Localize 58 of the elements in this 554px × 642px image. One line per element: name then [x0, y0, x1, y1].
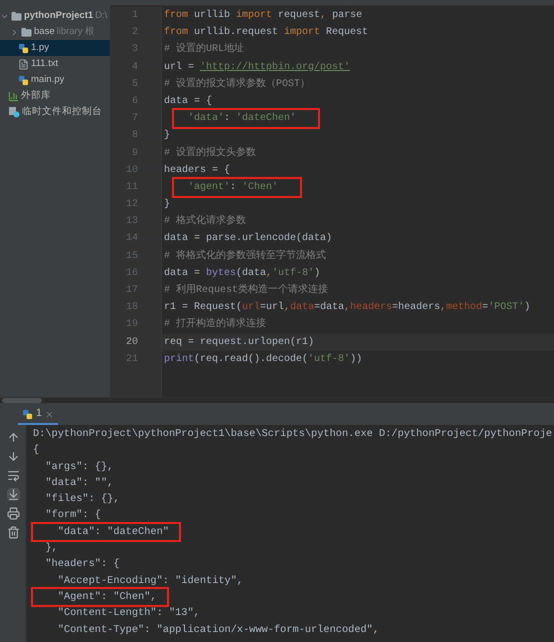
- tree-item[interactable]: 外部库: [0, 88, 110, 104]
- console-line: {: [33, 443, 40, 458]
- tree-item[interactable]: 临时文件和控制台: [0, 104, 110, 120]
- code-line: # 打开构造的请求连接: [164, 316, 266, 332]
- code-line: }: [164, 198, 170, 212]
- code-line: from urllib.request import Request: [164, 26, 368, 40]
- text-file-icon: [18, 58, 29, 70]
- console-line: "headers": {: [44, 557, 120, 572]
- folder-icon: [21, 26, 32, 38]
- console-line: "form": {: [44, 508, 101, 524]
- console-line: "files": {},: [44, 492, 120, 508]
- console-line: D:\pythonProject\pythonProject1\base\Scripts\python.exe D:/pythonProject/pythonProje: [33, 427, 552, 442]
- python-file-icon: [22, 408, 33, 420]
- trash-icon[interactable]: [6, 526, 20, 539]
- tree-item[interactable]: 1.py: [0, 40, 110, 56]
- scrollbar[interactable]: [2, 398, 42, 403]
- code-line: }: [164, 128, 170, 144]
- console-line: "Accept-Encoding": "identity",: [56, 574, 244, 589]
- scroll-to-end-icon[interactable]: [6, 488, 20, 501]
- code-line: data = bytes(data,'utf-8'): [164, 266, 320, 281]
- code-line: # 格式化请求参数: [164, 214, 246, 230]
- code-line: # 利用Request类构造一个请求连接: [164, 282, 328, 298]
- tree-item[interactable]: main.py: [0, 72, 110, 88]
- tree-item[interactable]: base library 根: [0, 24, 110, 40]
- console-line: "data": "",: [44, 476, 114, 491]
- code-line: 'data': 'dateChen': [174, 110, 318, 128]
- python-file-icon: [18, 74, 29, 86]
- console-line: "args": {},: [44, 460, 114, 475]
- code-line: data = parse.urlencode(data): [164, 232, 332, 246]
- up-arrow-icon[interactable]: [6, 431, 20, 444]
- soft-wrap-icon[interactable]: [6, 469, 20, 482]
- code-line: req = request.urlopen(r1): [164, 336, 314, 350]
- code-line: 'agent': 'Chen': [174, 178, 300, 196]
- console-line: "Content-Length": "13",: [56, 606, 200, 622]
- close-icon[interactable]: [44, 410, 54, 418]
- code-line: # 设置的URL地址: [164, 42, 244, 58]
- code-line: print(req.read().decode('utf-8')): [164, 352, 362, 367]
- code-line: from urllib import request, parse: [164, 8, 362, 23]
- code-line: url = 'http://httpbin.org/post': [164, 60, 350, 75]
- code-line: headers = {: [164, 164, 230, 178]
- code-line: # 将格式化的参数强转至字节流格式: [164, 248, 326, 264]
- code-line: r1 = Request(url=url,data=data,headers=headers,method='POST'): [164, 300, 530, 316]
- down-arrow-icon[interactable]: [6, 450, 20, 463]
- console-line: "Agent": "Chen",: [33, 588, 167, 606]
- tree-item[interactable]: 111.txt: [0, 56, 110, 72]
- python-file-icon: [18, 42, 29, 54]
- code-line: # 设置的报文请求参数（POST）: [164, 76, 310, 92]
- console-line: "Content-Type": "application/x-www-form-urlencoded",: [56, 622, 380, 638]
- code-line: data = {: [164, 94, 212, 109]
- console-line: },: [44, 541, 58, 556]
- library-icon: [8, 90, 19, 102]
- code-line: # 设置的报文头参数: [164, 146, 256, 160]
- print-icon[interactable]: [6, 507, 20, 520]
- tree-item[interactable]: pythonProject1 D:\: [0, 8, 110, 24]
- scratch-file-icon: [8, 106, 20, 118]
- console-line: "data": "dateChen": [33, 524, 179, 540]
- line-number: 20: [124, 336, 138, 350]
- folder-icon: [11, 10, 22, 22]
